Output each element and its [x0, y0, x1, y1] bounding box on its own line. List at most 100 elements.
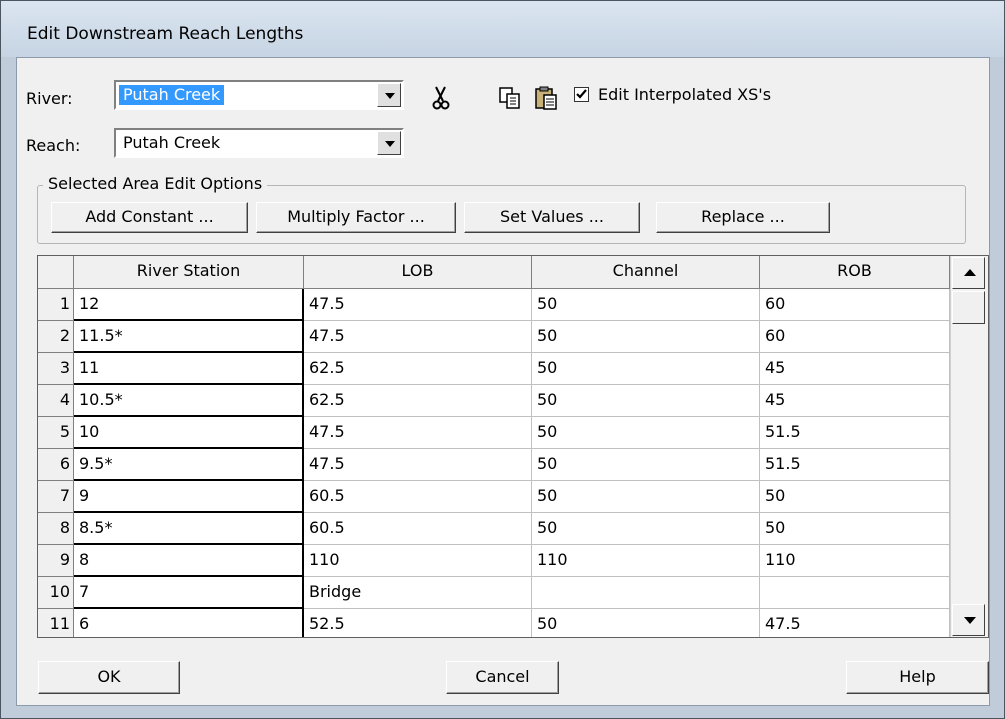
channel-cell[interactable]: 50	[532, 481, 760, 513]
channel-cell[interactable]: 110	[532, 545, 760, 577]
scroll-down-button[interactable]	[952, 604, 985, 636]
channel-cell[interactable]: 50	[532, 417, 760, 449]
river-station-cell[interactable]: 10	[74, 417, 304, 449]
table-row[interactable]: 2 11.5* 47.5 50 60	[38, 321, 950, 353]
lob-cell[interactable]: 47.5	[304, 449, 532, 481]
column-header-channel[interactable]: Channel	[532, 256, 760, 289]
lob-cell[interactable]: 62.5	[304, 385, 532, 417]
lob-cell[interactable]: 62.5	[304, 353, 532, 385]
multiply-factor-button[interactable]: Multiply Factor ...	[256, 202, 456, 233]
row-number[interactable]: 10	[38, 577, 74, 609]
row-number[interactable]: 4	[38, 385, 74, 417]
edit-interpolated-label[interactable]: Edit Interpolated XS's	[598, 85, 771, 104]
lob-cell[interactable]: 52.5	[304, 609, 532, 637]
set-values-button[interactable]: Set Values ...	[464, 202, 640, 233]
rob-cell[interactable]: 51.5	[760, 449, 950, 481]
copy-button[interactable]	[497, 85, 523, 111]
river-station-cell[interactable]: 11.5*	[74, 321, 304, 353]
channel-cell[interactable]	[532, 577, 760, 609]
column-header-lob[interactable]: LOB	[304, 256, 532, 289]
channel-cell[interactable]: 50	[532, 609, 760, 637]
rob-cell[interactable]: 50	[760, 513, 950, 545]
column-header-rob[interactable]: ROB	[760, 256, 950, 289]
reach-lengths-table[interactable]: River Station LOB Channel ROB 1 12 47.5 …	[37, 255, 989, 638]
rob-cell[interactable]	[760, 577, 950, 609]
cut-button[interactable]	[428, 85, 454, 111]
lob-cell[interactable]: 60.5	[304, 513, 532, 545]
river-station-cell[interactable]: 12	[74, 289, 304, 321]
channel-cell[interactable]: 50	[532, 449, 760, 481]
table-row[interactable]: 11 6 52.5 50 47.5	[38, 609, 950, 637]
river-station-cell[interactable]: 7	[74, 577, 304, 609]
scrollbar-thumb[interactable]	[952, 291, 985, 324]
replace-button[interactable]: Replace ...	[656, 202, 830, 233]
help-button[interactable]: Help	[846, 661, 989, 694]
edit-interpolated-checkbox[interactable]	[574, 87, 589, 102]
row-number[interactable]: 2	[38, 321, 74, 353]
window-title: Edit Downstream Reach Lengths	[27, 24, 304, 44]
river-station-cell[interactable]: 9	[74, 481, 304, 513]
lob-cell[interactable]: 47.5	[304, 289, 532, 321]
vertical-scrollbar[interactable]	[950, 256, 988, 637]
lob-cell[interactable]: 47.5	[304, 321, 532, 353]
river-station-cell[interactable]: 6	[74, 609, 304, 637]
rob-cell[interactable]: 45	[760, 385, 950, 417]
table-row[interactable]: 6 9.5* 47.5 50 51.5	[38, 449, 950, 481]
rob-cell[interactable]: 60	[760, 321, 950, 353]
channel-cell[interactable]: 50	[532, 289, 760, 321]
table-row[interactable]: 5 10 47.5 50 51.5	[38, 417, 950, 449]
river-station-cell[interactable]: 9.5*	[74, 449, 304, 481]
rob-cell[interactable]: 47.5	[760, 609, 950, 637]
scroll-up-button[interactable]	[952, 257, 985, 289]
row-number[interactable]: 11	[38, 609, 74, 637]
row-number[interactable]: 7	[38, 481, 74, 513]
river-label: River:	[26, 89, 73, 108]
lob-cell[interactable]: 47.5	[304, 417, 532, 449]
ok-button[interactable]: OK	[38, 661, 180, 694]
rob-cell[interactable]: 60	[760, 289, 950, 321]
river-dropdown-button[interactable]	[377, 83, 401, 107]
channel-cell[interactable]: 50	[532, 385, 760, 417]
row-number[interactable]: 8	[38, 513, 74, 545]
rob-cell[interactable]: 110	[760, 545, 950, 577]
table-row[interactable]: 8 8.5* 60.5 50 50	[38, 513, 950, 545]
table-header: River Station LOB Channel ROB	[38, 256, 988, 289]
table-row[interactable]: 7 9 60.5 50 50	[38, 481, 950, 513]
chevron-down-icon	[385, 93, 395, 99]
table-row[interactable]: 9 8 110 110 110	[38, 545, 950, 577]
row-number[interactable]: 9	[38, 545, 74, 577]
river-station-cell[interactable]: 10.5*	[74, 385, 304, 417]
table-row[interactable]: 1 12 47.5 50 60	[38, 289, 950, 321]
row-number[interactable]: 1	[38, 289, 74, 321]
rob-cell[interactable]: 51.5	[760, 417, 950, 449]
rob-cell[interactable]: 45	[760, 353, 950, 385]
column-header-river-station[interactable]: River Station	[74, 256, 304, 289]
cancel-button[interactable]: Cancel	[446, 661, 559, 694]
paste-button[interactable]	[533, 85, 559, 111]
edit-options-label: Selected Area Edit Options	[43, 174, 268, 193]
corner-cell[interactable]	[38, 256, 74, 289]
reach-label: Reach:	[26, 136, 81, 155]
arrow-down-icon	[964, 617, 976, 624]
title-bar[interactable]: Edit Downstream Reach Lengths	[1, 1, 1004, 57]
river-station-cell[interactable]: 11	[74, 353, 304, 385]
table-row[interactable]: 10 7 Bridge	[38, 577, 950, 609]
channel-cell[interactable]: 50	[532, 513, 760, 545]
river-dropdown[interactable]: Putah Creek	[114, 80, 404, 110]
table-row[interactable]: 4 10.5* 62.5 50 45	[38, 385, 950, 417]
channel-cell[interactable]: 50	[532, 353, 760, 385]
lob-cell[interactable]: Bridge	[304, 577, 532, 609]
river-station-cell[interactable]: 8.5*	[74, 513, 304, 545]
reach-dropdown[interactable]: Putah Creek	[114, 128, 404, 158]
reach-dropdown-button[interactable]	[377, 131, 401, 155]
channel-cell[interactable]: 50	[532, 321, 760, 353]
rob-cell[interactable]: 50	[760, 481, 950, 513]
river-station-cell[interactable]: 8	[74, 545, 304, 577]
lob-cell[interactable]: 60.5	[304, 481, 532, 513]
add-constant-button[interactable]: Add Constant ...	[51, 202, 248, 233]
row-number[interactable]: 5	[38, 417, 74, 449]
row-number[interactable]: 6	[38, 449, 74, 481]
row-number[interactable]: 3	[38, 353, 74, 385]
table-row[interactable]: 3 11 62.5 50 45	[38, 353, 950, 385]
lob-cell[interactable]: 110	[304, 545, 532, 577]
